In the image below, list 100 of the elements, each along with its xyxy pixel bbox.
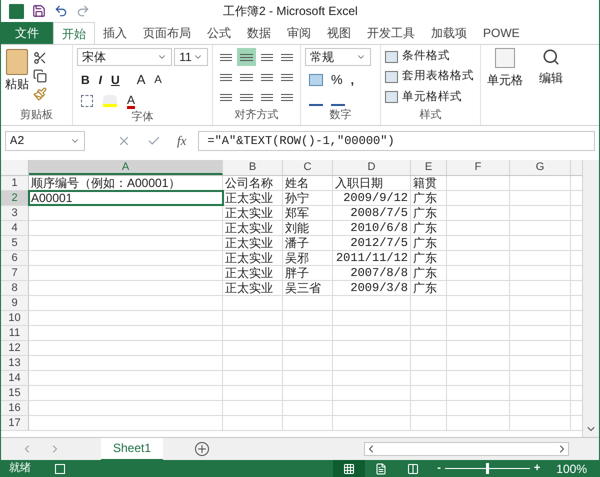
column-header[interactable]: E <box>411 160 447 175</box>
grid-icon[interactable] <box>343 462 356 474</box>
window-title: 工作簿2 - Microsoft Excel <box>223 3 358 20</box>
row-header[interactable]: 3 <box>1 206 29 220</box>
group-label: 样式 <box>418 108 442 122</box>
ribbon-tab[interactable]: 公式 <box>199 22 239 44</box>
bold-button[interactable]: B <box>81 70 90 89</box>
style-command[interactable]: 套用表格格式 <box>385 68 476 86</box>
paste-button[interactable]: 粘贴 <box>5 75 29 93</box>
view-button[interactable] <box>333 460 366 477</box>
editing-button[interactable]: 编辑 <box>539 69 563 87</box>
zoom-in-button[interactable]: + <box>534 460 540 477</box>
ribbon-tab[interactable]: 数据 <box>239 22 279 44</box>
fill-color-icon[interactable] <box>103 95 117 107</box>
ribbon-tab[interactable]: 视图 <box>319 22 359 44</box>
ribbon-tab[interactable]: 开发工具 <box>359 22 423 44</box>
row-header[interactable]: 5 <box>1 236 29 250</box>
ribbon-tab[interactable]: 开始 <box>53 22 95 44</box>
search-icon[interactable] <box>542 48 560 66</box>
cancel-icon[interactable] <box>117 134 131 148</box>
zoom-slider[interactable] <box>444 463 530 474</box>
italic-button[interactable]: I <box>98 70 102 89</box>
table-cell-text: 2012/7/5 <box>349 236 409 250</box>
group-label: 对齐方式 <box>234 108 280 122</box>
row-header[interactable]: 13 <box>1 356 29 370</box>
table-style-icon <box>385 50 398 63</box>
table-cell-text: 广东 <box>412 221 438 235</box>
ribbon-tab[interactable]: 审阅 <box>279 22 319 44</box>
table-cell-text: 正太实业 <box>224 206 274 220</box>
vertical-scrollbar[interactable] <box>582 160 599 437</box>
row-header[interactable]: 10 <box>1 311 29 325</box>
zoom-out-button[interactable]: - <box>437 460 441 477</box>
columns-icon[interactable] <box>407 462 420 474</box>
page-icon[interactable] <box>375 462 388 474</box>
column-header[interactable]: A <box>29 160 223 175</box>
row-header[interactable]: 6 <box>1 251 29 265</box>
copy-icon[interactable] <box>33 69 47 83</box>
align-icon[interactable] <box>237 48 256 66</box>
table-cell-text: 正太实业 <box>224 266 274 280</box>
row-header[interactable]: 14 <box>1 371 29 385</box>
row-header[interactable]: 4 <box>1 221 29 235</box>
table-cell-text: 潘子 <box>284 236 310 250</box>
redo-icon[interactable] <box>76 4 90 18</box>
sheet-tab[interactable]: Sheet1 <box>101 438 164 460</box>
app-logo-icon <box>9 4 24 18</box>
column-header[interactable]: D <box>333 160 411 175</box>
insert-function-button[interactable]: fx <box>177 131 186 151</box>
column-header[interactable]: B <box>223 160 283 175</box>
cells-button[interactable]: 单元格 <box>487 71 523 89</box>
table-cell-text: 吴三省 <box>284 281 322 295</box>
row-header[interactable]: 1 <box>1 176 29 190</box>
table-cell-text: 公司名称 <box>224 176 274 190</box>
underline-button[interactable]: U <box>111 70 120 89</box>
save-icon[interactable] <box>32 4 46 18</box>
ribbon-tab[interactable]: 加载项 <box>423 22 475 44</box>
style-command[interactable]: 条件格式 <box>385 48 476 66</box>
row-header[interactable]: 11 <box>1 326 29 340</box>
table-cell-text: 2011/11/12 <box>334 251 409 265</box>
table-cell-text: 正太实业 <box>224 191 274 205</box>
borders-icon[interactable] <box>81 95 93 107</box>
comma-button[interactable]: , <box>350 70 354 89</box>
table-cell-text: 入职日期 <box>334 176 384 190</box>
formula-field[interactable]: ="A"&TEXT(ROW()-1,"00000") <box>198 131 595 151</box>
table-cell-text: 顺序编号（例如：A00001） <box>30 176 182 190</box>
column-header[interactable]: F <box>447 160 510 175</box>
horizontal-scrollbar[interactable] <box>364 442 569 456</box>
table-cell-text: A00001 <box>30 191 74 205</box>
grow-font-button[interactable]: A <box>136 70 146 90</box>
name-box[interactable]: A2 <box>5 131 85 151</box>
number-format-field[interactable]: 常规 <box>305 48 371 66</box>
ribbon-tab[interactable]: 插入 <box>95 22 135 44</box>
file-tab[interactable]: 文件 <box>1 22 53 44</box>
font-size-field[interactable]: 11 <box>174 48 208 66</box>
font-name-field[interactable]: 宋体 <box>77 48 172 66</box>
row-header[interactable]: 16 <box>1 401 29 415</box>
row-header[interactable]: 17 <box>1 416 29 430</box>
add-sheet-icon[interactable] <box>195 442 210 456</box>
row-header[interactable]: 9 <box>1 296 29 310</box>
table-cell-text: 正太实业 <box>224 251 274 265</box>
row-header[interactable]: 15 <box>1 386 29 400</box>
row-header[interactable]: 7 <box>1 266 29 280</box>
macro-record-icon[interactable] <box>55 464 65 474</box>
table-style-icon <box>385 91 398 104</box>
column-header[interactable]: C <box>283 160 333 175</box>
zoom-level[interactable]: 100% <box>556 460 587 477</box>
row-header[interactable]: 8 <box>1 281 29 295</box>
table-cell-text: 孙宁 <box>284 191 310 205</box>
zoom-thumb[interactable] <box>486 463 490 474</box>
ribbon-tab[interactable]: 页面布局 <box>135 22 199 44</box>
style-command[interactable]: 单元格样式 <box>385 88 476 106</box>
ribbon-tab[interactable]: POWE <box>475 22 528 44</box>
row-header[interactable]: 12 <box>1 341 29 355</box>
row-header[interactable]: 2 <box>1 191 29 205</box>
percent-button[interactable]: % <box>331 70 343 90</box>
cut-icon[interactable] <box>33 51 47 65</box>
group-label: 字体 <box>130 110 154 124</box>
column-header[interactable]: G <box>510 160 571 175</box>
undo-icon[interactable] <box>54 4 68 18</box>
shrink-font-button[interactable]: A <box>154 72 162 88</box>
font-color-button[interactable]: A <box>127 94 136 108</box>
